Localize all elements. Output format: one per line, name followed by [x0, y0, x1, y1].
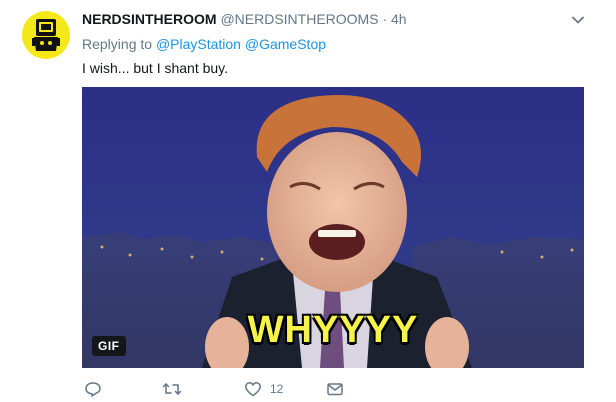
gif-badge: GIF — [92, 336, 126, 356]
timestamp[interactable]: 4h — [391, 11, 407, 27]
tweet-text: I wish... but I shant buy. — [82, 60, 229, 76]
user-handle[interactable]: @NERDSINTHEROOMS — [220, 11, 378, 27]
reply-button[interactable] — [84, 380, 102, 398]
mention-gamestop[interactable]: @GameStop — [245, 36, 326, 52]
envelope-icon — [327, 383, 343, 396]
robot-logo-icon — [32, 19, 60, 51]
avatar[interactable] — [22, 11, 70, 59]
gif-caption: WHYYYY — [247, 309, 419, 351]
tweet-card[interactable]: NERDSINTHEROOM @NERDSINTHEROOMS · 4h Rep… — [0, 0, 616, 402]
direct-message-button[interactable] — [326, 380, 344, 398]
tweet-actions: 12 — [82, 380, 422, 400]
tweet-header: NERDSINTHEROOM @NERDSINTHEROOMS · 4h — [82, 10, 407, 28]
like-button[interactable]: 12 — [244, 380, 283, 398]
retweet-icon — [162, 383, 182, 395]
replying-to: Replying to @PlayStation @GameStop — [82, 35, 326, 53]
mention-playstation[interactable]: @PlayStation — [156, 36, 241, 52]
replying-label: Replying to — [82, 36, 153, 52]
display-name[interactable]: NERDSINTHEROOM — [82, 11, 217, 27]
separator-dot: · — [382, 11, 388, 27]
reply-icon — [85, 382, 101, 397]
gif-media[interactable]: WHYYYY GIF — [82, 87, 584, 368]
heart-icon — [245, 382, 261, 397]
retweet-button[interactable] — [162, 380, 182, 398]
like-count: 12 — [270, 382, 284, 396]
chevron-down-icon[interactable] — [570, 12, 586, 28]
